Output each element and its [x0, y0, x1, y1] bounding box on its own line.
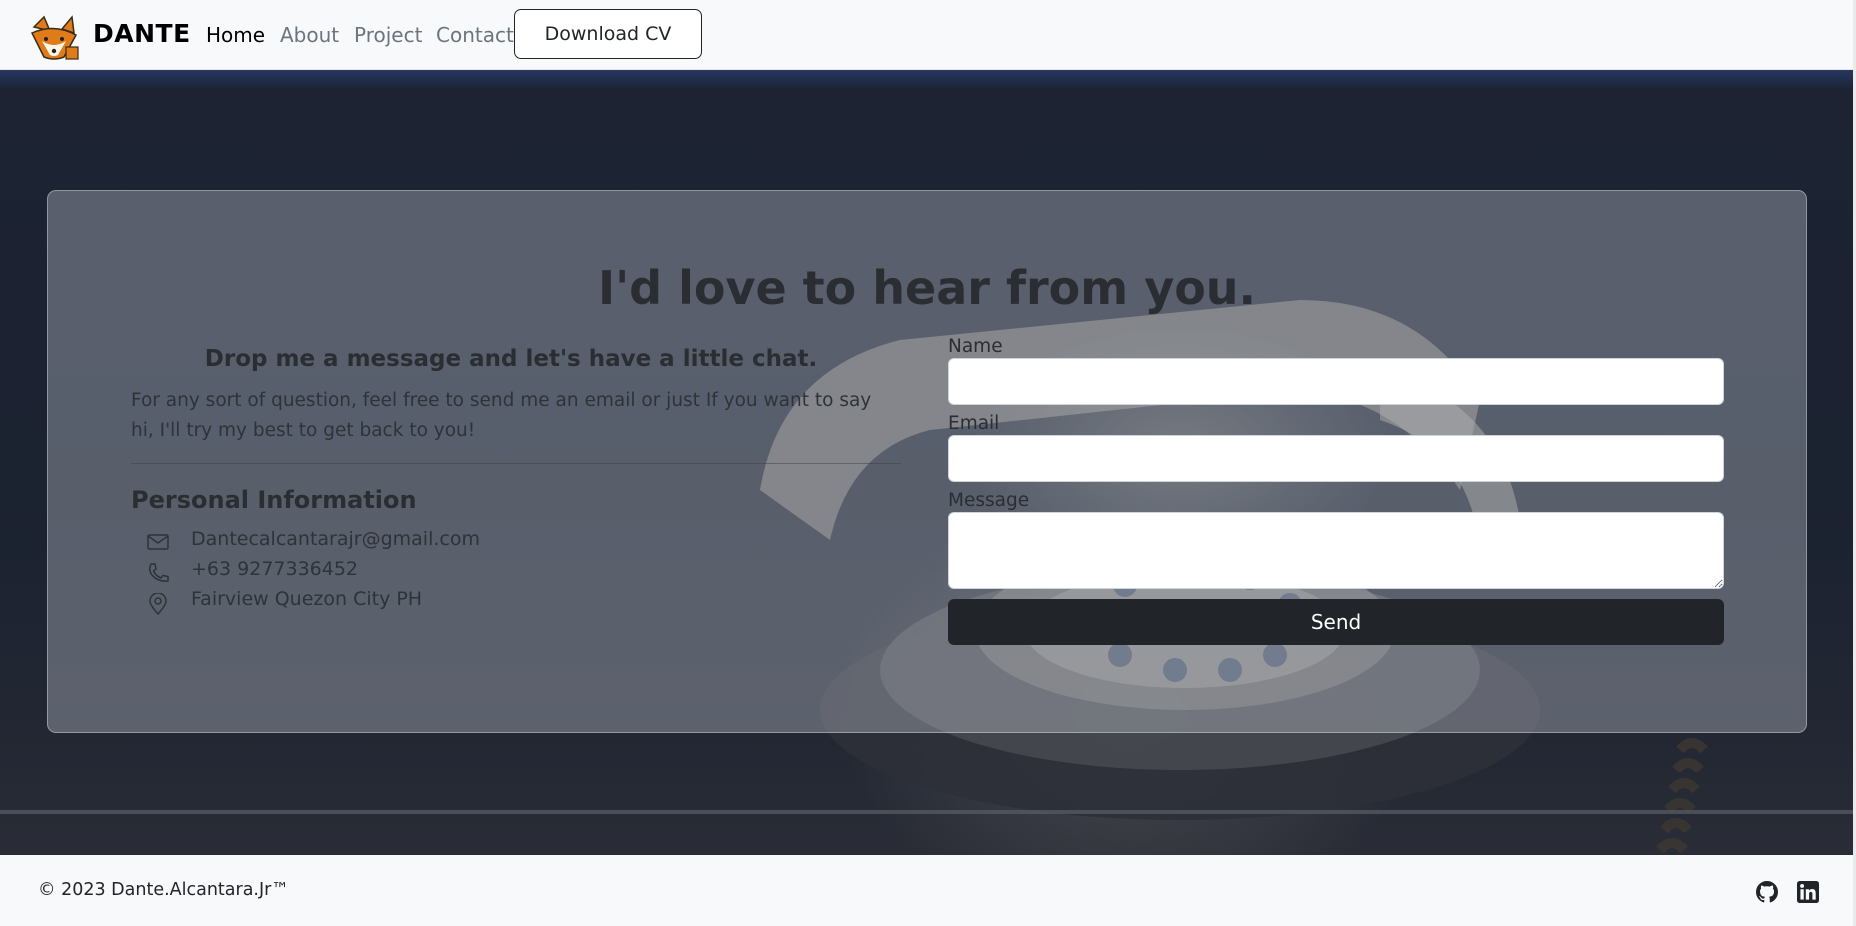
nav-about-link[interactable]: About [280, 23, 339, 47]
navbar: DANTE Home About Project Contact Downloa… [0, 0, 1856, 70]
contact-subheading: Drop me a message and let's have a littl… [204, 346, 818, 372]
envelope-icon [147, 534, 169, 550]
name-label: Name [948, 336, 1003, 357]
phone-icon [148, 563, 169, 582]
email-label: Email [948, 413, 1000, 434]
nav-project-link[interactable]: Project [354, 23, 422, 47]
contact-card: I'd love to hear from you. Drop me a mes… [47, 190, 1807, 733]
personal-info-title: Personal Information [131, 486, 417, 514]
github-icon[interactable] [1756, 881, 1778, 903]
name-input[interactable] [948, 358, 1724, 405]
send-button[interactable]: Send [948, 599, 1724, 645]
message-textarea[interactable] [948, 512, 1724, 589]
phone-text: +63 9277336452 [191, 558, 359, 580]
contact-headline: I'd love to hear from you. [597, 261, 1257, 315]
fox-logo-icon[interactable] [28, 13, 82, 61]
location-text: Fairview Quezon City PH [191, 588, 423, 610]
nav-home-link[interactable]: Home [206, 23, 265, 47]
contact-intro-text: For any sort of question, feel free to s… [131, 390, 872, 441]
copyright-text: © 2023 Dante.Alcantara.Jr™ [38, 880, 289, 900]
message-label: Message [948, 490, 1030, 511]
brand-name[interactable]: DANTE [93, 19, 191, 48]
location-pin-icon [149, 593, 167, 615]
nav-contact-link[interactable]: Contact [436, 23, 514, 47]
linkedin-icon[interactable] [1797, 881, 1819, 903]
email-text[interactable]: Dantecalcantarajr@gmail.com [191, 528, 480, 550]
divider [131, 463, 901, 464]
email-input[interactable] [948, 435, 1724, 482]
footer: © 2023 Dante.Alcantara.Jr™ [0, 855, 1856, 926]
download-cv-button[interactable]: Download CV [514, 9, 702, 59]
contact-hero: I'd love to hear from you. Drop me a mes… [0, 70, 1856, 855]
